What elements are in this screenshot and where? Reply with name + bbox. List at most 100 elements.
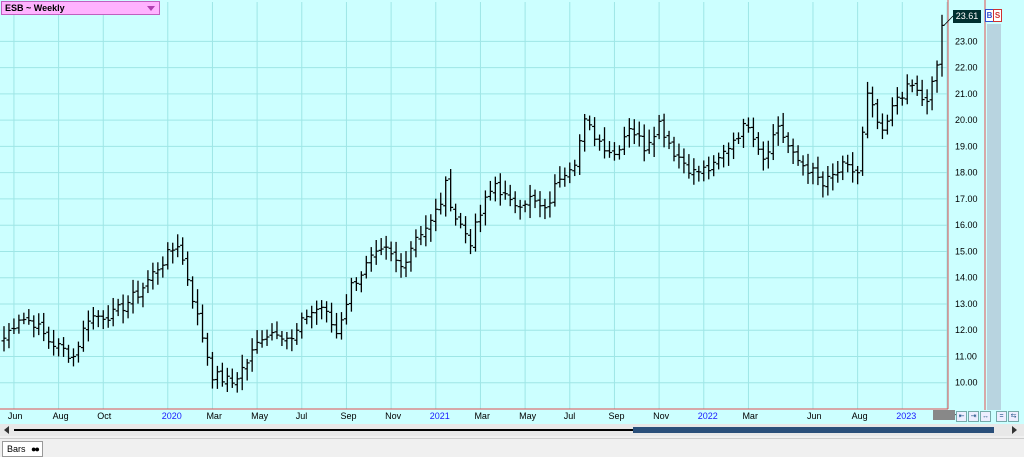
ohlc-bar <box>438 192 444 215</box>
ohlc-bar <box>691 158 697 185</box>
ohlc-bar <box>770 124 776 161</box>
ohlc-bar <box>537 191 543 218</box>
ohlc-bar <box>110 297 116 327</box>
ohlc-bar <box>686 154 692 179</box>
ohlc-bar <box>155 262 161 285</box>
ohlc-bar <box>85 310 91 342</box>
x-tick-label: Jul <box>296 411 308 421</box>
ohlc-bar <box>820 171 826 198</box>
ohlc-bar <box>423 215 429 247</box>
ohlc-bar <box>61 337 67 357</box>
bars-tab[interactable]: Bars ●● <box>2 441 43 457</box>
ohlc-bar <box>284 331 290 350</box>
ohlc-bar <box>835 161 841 183</box>
ohlc-bar <box>477 204 483 233</box>
price-scale-strip <box>987 24 1001 410</box>
y-tick-label: 12.00 <box>955 325 978 335</box>
ohlc-bar <box>51 329 57 356</box>
sell-button[interactable]: S <box>993 9 1002 22</box>
ohlc-bar <box>398 253 404 278</box>
symbol-label: ESB ~ Weekly <box>5 3 65 13</box>
x-tick-label: Aug <box>852 411 868 421</box>
ohlc-bar <box>66 344 72 363</box>
ohlc-bar <box>279 331 285 347</box>
last-price-tag: 23.61 <box>953 10 981 23</box>
ohlc-bar <box>329 302 335 333</box>
x-tick-label: Mar <box>742 411 758 421</box>
ohlc-bar <box>115 298 121 317</box>
ohlc-bar <box>6 323 12 349</box>
axes: 23.00 22.00 21.00 20.00 19.00 18.00 17.00 16.00… <box>0 0 986 421</box>
ohlc-bar <box>229 368 235 388</box>
ohlc-bar <box>309 305 315 329</box>
ohlc-bar <box>621 126 627 156</box>
ohlc-bar <box>463 216 469 244</box>
ohlc-bar <box>165 242 171 270</box>
ohlc-bar <box>75 341 81 363</box>
chart-panel[interactable]: 23.00 22.00 21.00 20.00 19.00 18.00 17.00 16.00… <box>0 0 1024 424</box>
bottom-tab-bar: Bars ●● <box>0 438 1024 457</box>
ohlc-bar <box>577 134 583 175</box>
symbol-dropdown[interactable]: ESB ~ Weekly <box>1 1 160 15</box>
ohlc-bar <box>879 113 885 140</box>
ohlc-bar <box>120 294 126 324</box>
ohlc-bar <box>597 134 603 151</box>
scroll-thumb[interactable] <box>633 427 994 433</box>
zoom-in-icon[interactable]: ⇥ <box>968 411 979 422</box>
ohlc-bar <box>860 126 866 176</box>
ohlc-bar <box>353 277 359 291</box>
ohlc-bar <box>239 354 245 391</box>
ohlc-bar <box>393 241 399 273</box>
x-tick-label: 2023 <box>896 411 916 421</box>
x-tick-label: Jun <box>807 411 822 421</box>
green-marker-icon[interactable]: = <box>996 411 1007 422</box>
ohlc-bar <box>269 323 275 341</box>
ohlc-bar <box>334 312 340 339</box>
ohlc-bar <box>671 136 677 162</box>
y-tick-label: 10.00 <box>955 378 978 388</box>
ohlc-bar <box>170 242 176 264</box>
expand-icon[interactable]: ↔ <box>980 411 991 422</box>
ohlc-bar <box>740 118 746 148</box>
ohlc-bar <box>487 180 493 201</box>
ohlc-bar <box>175 234 181 258</box>
ohlc-bar <box>815 156 821 186</box>
y-tick-label: 22.00 <box>955 63 978 73</box>
ohlc-bar <box>646 129 652 154</box>
ohlc-bar <box>721 144 727 168</box>
x-tick-label: 2020 <box>162 411 182 421</box>
ohlc-bar <box>914 75 920 96</box>
ohlc-bar <box>562 167 568 187</box>
ohlc-bar <box>775 116 781 146</box>
ohlc-bar <box>631 119 637 145</box>
ohlc-bar <box>889 97 895 127</box>
ohlc-bar <box>185 251 191 286</box>
ohlc-bar <box>512 191 518 214</box>
triangle-down-icon <box>147 6 155 11</box>
y-tick-label: 23.00 <box>955 36 978 46</box>
y-tick-label: 15.00 <box>955 246 978 256</box>
ohlc-bar <box>105 305 111 328</box>
ohlc-bar <box>497 173 503 206</box>
scroll-position-block[interactable] <box>933 410 955 420</box>
binoculars-icon: ●● <box>31 444 40 454</box>
ohlc-bar <box>855 165 861 185</box>
ohlc-bar <box>845 154 851 173</box>
ohlc-bar <box>214 365 220 389</box>
zoom-out-icon[interactable]: ⇤ <box>956 411 967 422</box>
ohlc-bar <box>160 256 166 278</box>
ohlc-bar <box>934 60 940 93</box>
scroll-left-icon[interactable] <box>4 426 9 434</box>
x-tick-label: Jun <box>8 411 23 421</box>
ohlc-bar <box>358 271 364 293</box>
price-chart[interactable]: 23.00 22.00 21.00 20.00 19.00 18.00 17.00 16.00… <box>0 0 1024 424</box>
ohlc-bar <box>338 312 344 340</box>
ohlc-bar <box>468 228 474 255</box>
ohlc-bar <box>150 262 156 290</box>
ohlc-bar <box>904 74 910 105</box>
ohlc-bar <box>865 81 871 139</box>
horizontal-scrollbar[interactable] <box>0 424 1024 436</box>
compress-icon[interactable]: ⇆ <box>1008 411 1019 422</box>
scroll-right-icon[interactable] <box>1012 426 1017 434</box>
ohlc-bar <box>656 114 662 140</box>
